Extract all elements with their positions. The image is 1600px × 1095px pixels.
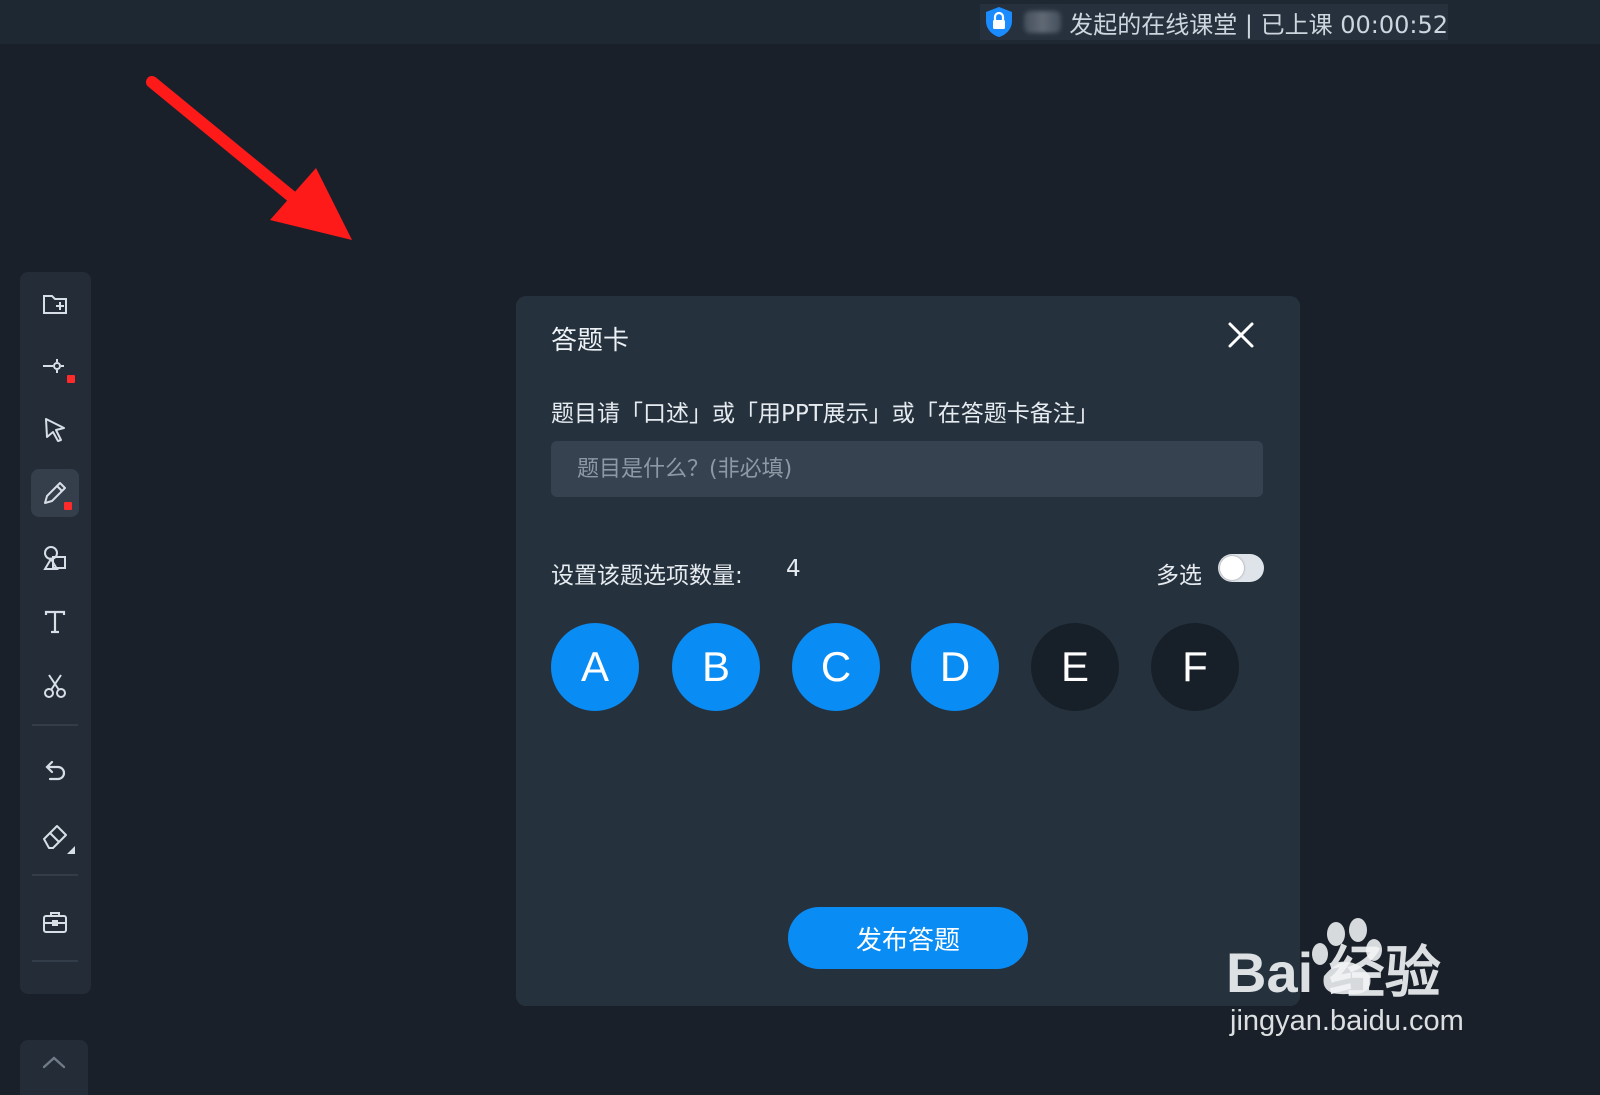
toolbar-divider [32, 724, 78, 726]
option-b-button[interactable]: B [672, 623, 760, 711]
annotation-arrow [146, 76, 352, 240]
whiteboard-toolbar [20, 272, 91, 994]
undo-icon[interactable] [31, 748, 79, 796]
laser-pointer-icon[interactable] [31, 342, 79, 390]
answer-card-dialog: 答题卡 题目请「口述」或「用PPT展示」或「在答题卡备注」 设置该题选项数量: … [516, 296, 1300, 1006]
publish-question-button[interactable]: 发布答题 [788, 907, 1028, 969]
dialog-title: 答题卡 [551, 326, 630, 356]
close-button[interactable] [1222, 316, 1260, 354]
watermark-url: jingyan.baidu.com [1229, 1005, 1464, 1037]
close-icon [1228, 322, 1254, 348]
option-f-button[interactable]: F [1151, 623, 1239, 711]
question-hint: 题目请「口述」或「用PPT展示」或「在答题卡备注」 [551, 401, 1099, 427]
shapes-icon[interactable] [31, 534, 79, 582]
option-e-button[interactable]: E [1031, 623, 1119, 711]
top-bar: 发起的在线课堂 | 已上课 00:00:52 [0, 0, 1600, 44]
option-count-label: 设置该题选项数量: [551, 563, 743, 589]
option-c-button[interactable]: C [792, 623, 880, 711]
option-count-value[interactable]: 4 [786, 556, 801, 582]
scissors-icon[interactable] [31, 662, 79, 710]
multi-select-toggle[interactable] [1218, 554, 1264, 582]
toolbar-divider [32, 960, 78, 962]
option-d-button[interactable]: D [911, 623, 999, 711]
toolbar-collapse-button[interactable] [20, 1040, 88, 1095]
pen-icon[interactable] [31, 469, 79, 517]
question-input[interactable] [551, 441, 1263, 497]
lock-shield-icon [982, 5, 1016, 39]
multi-select-label: 多选 [1156, 563, 1202, 589]
toolbar-divider [32, 874, 78, 876]
text-icon[interactable] [31, 598, 79, 646]
eraser-icon[interactable] [31, 812, 79, 860]
session-title: 发起的在线课堂 | 已上课 00:00:52 [1069, 10, 1448, 39]
watermark-brand: Bai 经验 [1226, 941, 1441, 1004]
session-info: 发起的在线课堂 | 已上课 00:00:52 [980, 4, 1448, 40]
baidu-jingyan-watermark: Bai 经验 jingyan.baidu.com [1226, 918, 1464, 1037]
select-arrow-icon[interactable] [31, 406, 79, 454]
chevron-up-icon [42, 1056, 66, 1069]
blurred-owner-name [1024, 11, 1062, 33]
new-page-icon[interactable] [31, 280, 79, 328]
toolbox-icon[interactable] [31, 898, 79, 946]
option-a-button[interactable]: A [551, 623, 639, 711]
